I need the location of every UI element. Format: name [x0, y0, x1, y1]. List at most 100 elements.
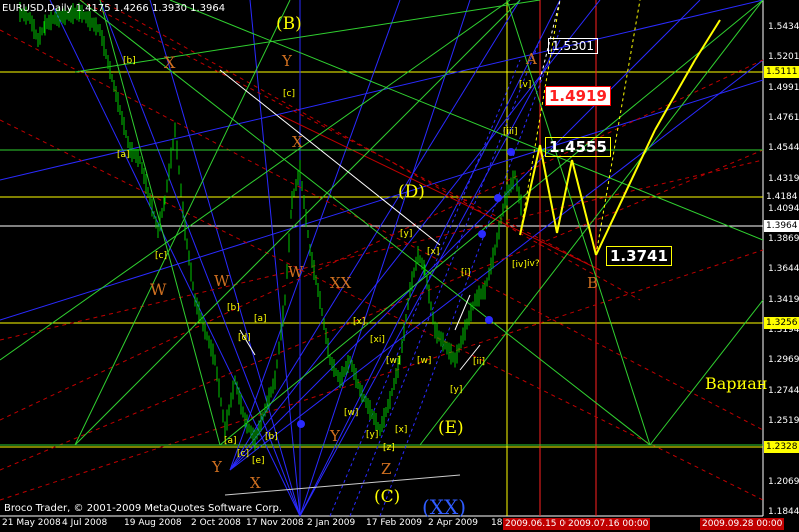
- price-tick: 1.5434: [768, 22, 799, 32]
- wave-circle-marker: [494, 194, 502, 202]
- sub-label: [x]: [353, 317, 366, 327]
- date-tick: 2 Oct 2008: [191, 518, 241, 528]
- wave-label-w1: W: [214, 272, 230, 290]
- price-chart[interactable]: [0, 0, 799, 532]
- price-tick: 1.2744: [768, 385, 799, 396]
- fan-line: [0, 79, 764, 321]
- date-tick: 17 Feb 2009: [366, 518, 423, 528]
- price-tick: 1.4544: [768, 143, 799, 154]
- wave-label-XX: (XX): [422, 495, 467, 519]
- date-tick: 4 Jul 2008: [62, 518, 108, 528]
- forecast-zigzag: [539, 144, 558, 234]
- date-tick: 19 Aug 2008: [124, 518, 182, 528]
- sub-label: [a]: [224, 436, 237, 446]
- date-tick: 2 Apr 2009: [428, 518, 478, 528]
- date-tag: 2009.07.16 00:00: [566, 518, 651, 530]
- price-tick: 1.4319: [768, 173, 799, 184]
- forecast-zigzag: [694, 19, 721, 61]
- wave-circle-marker: [297, 420, 305, 428]
- sub-label: [a]: [254, 314, 267, 324]
- sub-label: [c]: [283, 89, 295, 99]
- sub-label: [x]: [395, 425, 408, 435]
- sub-label: [b]: [123, 56, 136, 66]
- sub-label: [b]: [265, 432, 278, 442]
- sub-label: [a]: [117, 150, 130, 160]
- wave-label-a: A: [526, 50, 537, 68]
- green-channel-lines: [0, 0, 764, 446]
- target-box-15301: 1.5301: [548, 38, 598, 54]
- sub-label: [b]: [227, 303, 240, 313]
- wave-label-x2: X: [292, 133, 303, 151]
- date-tick: 17 Nov 2008: [246, 518, 304, 528]
- price-tick: 1.2519: [768, 415, 799, 426]
- price-tag: 1.3964: [764, 220, 799, 232]
- fan-line: [299, 0, 471, 517]
- wave-label-y1: Y: [282, 52, 292, 70]
- sub-label: iv?: [527, 259, 540, 269]
- price-tag: 1.2328: [764, 441, 799, 453]
- sub-label: [iv]: [512, 260, 527, 270]
- price-tick: 1.3644: [768, 264, 799, 275]
- target-box-14919: 1.4919: [545, 86, 611, 106]
- green-line: [649, 299, 764, 446]
- wave-label-w2: W: [150, 280, 167, 299]
- sub-label: [c]: [155, 251, 167, 261]
- price-tag: 1.3256: [764, 317, 799, 329]
- sub-label: [c]: [237, 449, 249, 459]
- sub-label: [ii]: [473, 357, 486, 367]
- target-box-14555: 1.4555: [545, 137, 611, 157]
- sub-label: [iii]: [503, 127, 518, 137]
- wave-label-x3: X: [250, 474, 261, 492]
- sub-label: [y]: [400, 229, 413, 239]
- wave-circle-marker: [485, 316, 493, 324]
- sub-label: [e]: [252, 456, 265, 466]
- wave-label-C: (C): [374, 487, 401, 507]
- wave-label-y3: Y: [212, 458, 222, 476]
- green-line: [219, 0, 764, 446]
- sub-label: [d]: [238, 333, 251, 343]
- sub-label: [z]: [383, 443, 395, 453]
- price-tick: 1.3869: [768, 234, 799, 245]
- sub-label: [i]: [461, 268, 471, 278]
- wave-label-x1: X: [164, 53, 176, 72]
- date-tick: 2 Jan 2009: [307, 518, 356, 528]
- price-tick: 1.4761: [768, 112, 799, 123]
- wave-label-y2: Y: [330, 427, 340, 445]
- price-tick: 1.1844: [768, 506, 799, 517]
- wave-label-z: Z: [381, 460, 392, 478]
- price-tick: 1.2969: [768, 355, 799, 366]
- wave-circle-marker: [507, 148, 515, 156]
- variant-label: Вариан: [705, 374, 768, 393]
- trend-line: [0, 119, 764, 501]
- sub-label: [w]: [386, 356, 401, 366]
- price-tick: 1.5201: [768, 52, 799, 63]
- copyright-text: Broco Trader, © 2001-2009 MetaQuotes Sof…: [4, 503, 282, 514]
- sub-label: [xi]: [370, 335, 385, 345]
- wave-label-w3: W: [288, 263, 304, 281]
- sub-label: [x]: [427, 247, 440, 257]
- wave-label-E: (E): [438, 418, 464, 438]
- wave-label-xx: XX: [330, 274, 352, 292]
- date-tick: 21 May 2008: [2, 518, 61, 528]
- price-tag: 1.4184: [764, 191, 799, 203]
- forecast-zigzag: [519, 144, 541, 236]
- date-tag: 2009.09.28 00:00: [700, 518, 785, 530]
- white-trend-line: [454, 294, 471, 331]
- sub-label: [y]: [450, 385, 463, 395]
- fan-line: [229, 59, 764, 471]
- wave-label-B: (B): [276, 14, 302, 34]
- wave-label-D: (D): [398, 182, 425, 202]
- price-tick: 1.2069: [768, 476, 799, 487]
- price-tick: 1.4991: [768, 82, 799, 93]
- sub-label: [w]: [417, 356, 432, 366]
- symbol-info: EURUSD,Daily 1.4175 1.4266 1.3930 1.3964: [2, 3, 226, 14]
- green-line: [74, 0, 521, 446]
- sub-label: [w]: [344, 408, 359, 418]
- sub-label: [v]: [519, 80, 532, 90]
- date-tick: 18: [491, 518, 503, 528]
- wave-label-b: B: [587, 274, 599, 292]
- price-tick: 1.3419: [768, 294, 799, 305]
- target-box-13741: 1.3741: [606, 246, 672, 266]
- wave-circle-marker: [478, 230, 486, 238]
- price-tick: 1.4094: [768, 203, 799, 214]
